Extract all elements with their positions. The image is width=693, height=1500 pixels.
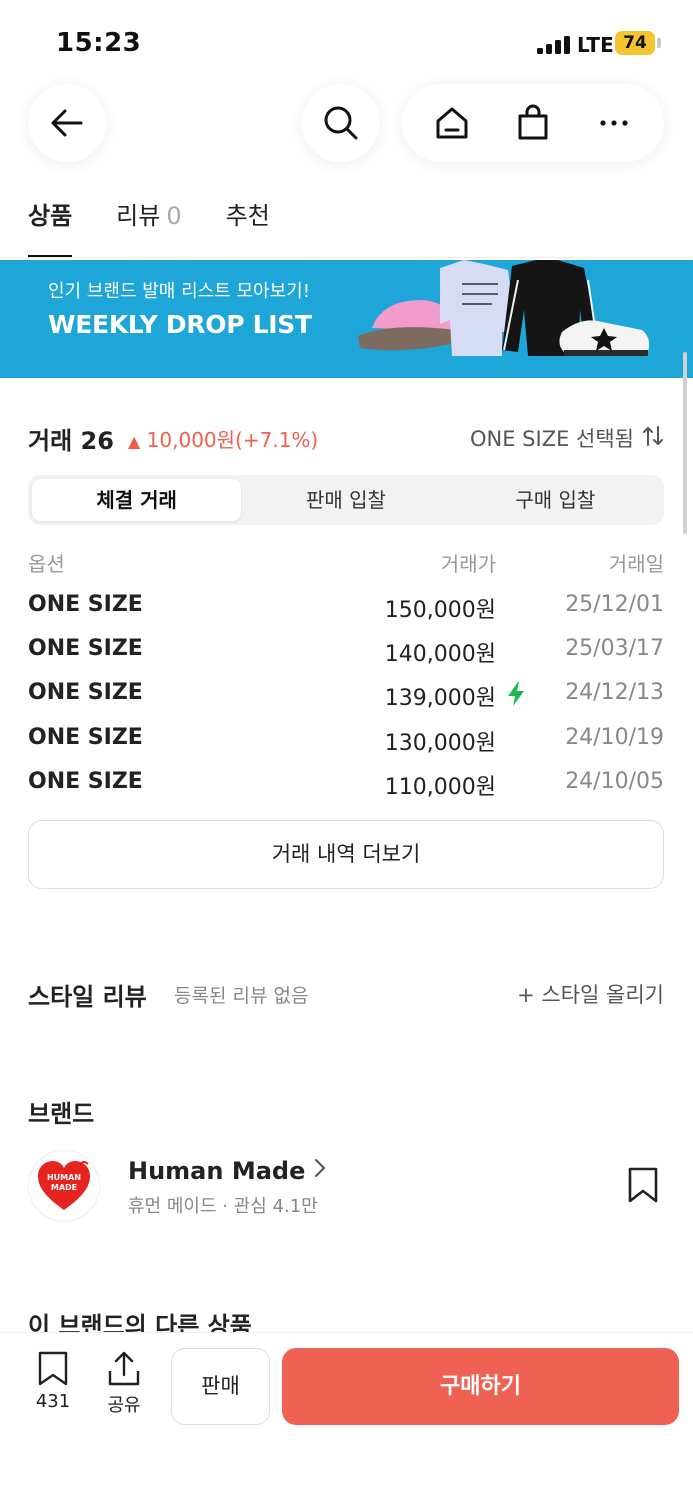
table-row: ONE SIZE 139,000원 24/12/13 <box>28 680 664 713</box>
trade-segment-control: 체결 거래 판매 입찰 구매 입찰 <box>28 475 664 525</box>
product-tabs: 상품 리뷰 0 추천 <box>28 196 270 258</box>
svg-text:MADE: MADE <box>51 1183 77 1192</box>
share-icon <box>108 1351 140 1386</box>
tab-recommend-label: 추천 <box>225 202 270 230</box>
status-bar: 15:23 LTE 74 <box>0 0 693 80</box>
table-row: ONE SIZE 150,000원 25/12/01 <box>28 592 664 623</box>
row-option: ONE SIZE <box>28 725 143 750</box>
row-option: ONE SIZE <box>28 680 143 705</box>
scrollbar[interactable] <box>683 352 687 534</box>
brand-name-link[interactable]: Human Made <box>128 1157 327 1185</box>
trade-table-header: 옵션 거래가 거래일 <box>28 548 664 576</box>
more-icon[interactable] <box>592 101 636 145</box>
status-time: 15:23 <box>56 28 142 58</box>
share-label: 공유 <box>107 1395 141 1416</box>
segment-sell-bids[interactable]: 판매 입찰 <box>241 479 450 521</box>
style-review-empty: 등록된 리뷰 없음 <box>174 985 309 1007</box>
tab-product-label: 상품 <box>28 202 73 230</box>
nav-action-group <box>402 84 664 162</box>
bookmark-icon <box>38 1351 68 1386</box>
signal-icon <box>537 36 571 54</box>
sort-arrows-icon <box>642 425 664 452</box>
segment-completed-trades[interactable]: 체결 거래 <box>32 479 242 521</box>
buy-button[interactable]: 구매하기 <box>282 1348 679 1425</box>
table-row: ONE SIZE 140,000원 25/03/17 <box>28 636 664 667</box>
battery-tip <box>657 38 661 48</box>
row-option: ONE SIZE <box>28 769 143 794</box>
bottom-action-bar: 431 공유 판매 구매하기 <box>0 1332 693 1500</box>
tab-review-count: 0 <box>166 202 182 230</box>
network-label: LTE <box>577 33 614 57</box>
wishlist-button[interactable]: 431 <box>28 1351 78 1412</box>
tab-review-label: 리뷰 <box>116 202 161 230</box>
share-button[interactable]: 공유 <box>99 1351 149 1417</box>
banner-title: WEEKLY DROP LIST <box>48 310 312 339</box>
brand-bookmark-button[interactable] <box>626 1166 660 1208</box>
table-row: ONE SIZE 130,000원 24/10/19 <box>28 725 664 756</box>
sell-button[interactable]: 판매 <box>171 1348 270 1425</box>
brand-meta: 휴먼 메이드 · 관심 4.1만 <box>128 1196 318 1217</box>
row-option: ONE SIZE <box>28 592 143 617</box>
lightning-bolt-icon <box>505 681 527 713</box>
brand-name: Human Made <box>128 1157 306 1185</box>
arrow-left-icon <box>45 101 89 145</box>
tab-recommend[interactable]: 추천 <box>226 196 270 258</box>
shopping-bag-icon[interactable] <box>511 101 555 145</box>
column-price: 거래가 <box>440 552 496 576</box>
wish-count: 431 <box>35 1391 71 1412</box>
brand-logo[interactable]: HUMAN MADE <box>28 1150 100 1222</box>
row-date: 24/10/05 <box>565 769 664 794</box>
row-price: 150,000원 <box>384 598 496 623</box>
row-price: 130,000원 <box>384 731 496 756</box>
row-price: 140,000원 <box>384 642 496 667</box>
upload-style-button[interactable]: + 스타일 올리기 <box>517 979 664 1009</box>
size-selected-label: ONE SIZE 선택됨 <box>470 427 634 451</box>
tab-divider <box>0 257 693 258</box>
search-icon <box>319 101 363 145</box>
segment-buy-bids[interactable]: 구매 입찰 <box>451 479 660 521</box>
column-option: 옵션 <box>28 552 65 576</box>
table-row: ONE SIZE 110,000원 24/10/05 <box>28 769 664 800</box>
row-date: 25/03/17 <box>565 636 664 661</box>
weekly-drop-banner[interactable]: 인기 브랜드 발매 리스트 모아보기! WEEKLY DROP LIST <box>0 260 693 378</box>
row-option: ONE SIZE <box>28 636 143 661</box>
row-date: 24/10/19 <box>565 725 664 750</box>
banner-subtitle: 인기 브랜드 발매 리스트 모아보기! <box>48 281 310 302</box>
style-review-title: 스타일 리뷰 <box>28 983 147 1011</box>
tab-review[interactable]: 리뷰 0 <box>116 196 181 258</box>
other-products-title: 이 브랜드의 다른 상품 <box>28 1312 252 1334</box>
battery-icon: 74 <box>615 31 655 55</box>
row-price: 139,000원 <box>384 686 496 711</box>
back-button[interactable] <box>28 84 106 162</box>
row-date: 24/12/13 <box>565 680 664 705</box>
row-date: 25/12/01 <box>565 592 664 617</box>
human-made-heart-logo: HUMAN MADE <box>38 1161 90 1210</box>
price-change-value: 10,000원(+7.1%) <box>146 428 319 452</box>
size-selector[interactable]: ONE SIZE 선택됨 <box>470 423 664 453</box>
search-button[interactable] <box>302 84 380 162</box>
banner-products-image <box>358 260 650 356</box>
more-trades-button[interactable]: 거래 내역 더보기 <box>28 820 664 889</box>
chevron-right-icon <box>313 1157 327 1185</box>
price-change: ▲ 10,000원(+7.1%) <box>128 424 318 453</box>
home-icon[interactable] <box>430 101 474 145</box>
tab-product[interactable]: 상품 <box>28 196 73 258</box>
svg-text:HUMAN: HUMAN <box>47 1173 81 1182</box>
trade-header: 거래 26 ▲ 10,000원(+7.1%) ONE SIZE 선택됨 <box>28 421 664 455</box>
brand-section-title: 브랜드 <box>28 1100 95 1128</box>
triangle-up-icon: ▲ <box>128 432 141 451</box>
trade-count-title: 거래 26 <box>28 427 114 455</box>
row-price: 110,000원 <box>384 775 496 800</box>
column-date: 거래일 <box>608 552 664 576</box>
bookmark-icon <box>626 1167 660 1208</box>
